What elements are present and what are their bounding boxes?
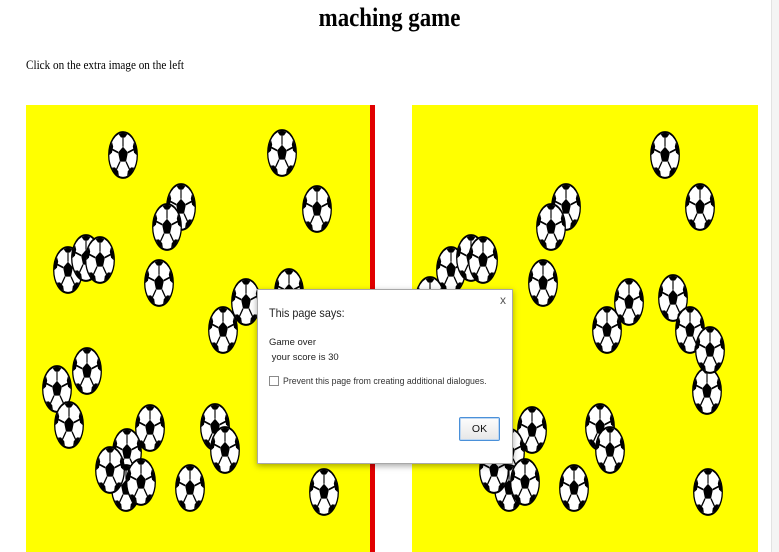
soccer-ball-icon[interactable] — [309, 468, 339, 516]
soccer-ball-icon[interactable] — [692, 367, 722, 415]
page-title: maching game — [318, 3, 461, 32]
soccer-ball-icon[interactable] — [302, 185, 332, 233]
soccer-ball-icon[interactable] — [208, 306, 238, 354]
alert-dialog: x This page says: Game over your score i… — [257, 289, 513, 464]
soccer-ball-icon[interactable] — [650, 131, 680, 179]
soccer-ball-icon[interactable] — [695, 326, 725, 374]
soccer-ball-icon[interactable] — [468, 236, 498, 284]
soccer-ball-icon[interactable] — [72, 347, 102, 395]
soccer-ball-icon[interactable] — [210, 426, 240, 474]
soccer-ball-icon[interactable] — [267, 129, 297, 177]
soccer-ball-icon[interactable] — [126, 458, 156, 506]
soccer-ball-icon[interactable] — [536, 203, 566, 251]
soccer-ball-icon[interactable] — [528, 259, 558, 307]
instructions-text: Click on the extra image on the left — [26, 57, 185, 72]
dialog-message-line-2: your score is 30 — [269, 352, 339, 363]
soccer-ball-icon[interactable] — [685, 183, 715, 231]
soccer-ball-icon[interactable] — [144, 259, 174, 307]
soccer-ball-icon[interactable] — [175, 464, 205, 512]
vertical-scrollbar[interactable] — [771, 0, 779, 552]
prevent-dialogs-checkbox[interactable] — [269, 376, 279, 386]
soccer-ball-icon[interactable] — [595, 426, 625, 474]
soccer-ball-icon[interactable] — [108, 131, 138, 179]
soccer-ball-icon[interactable] — [54, 401, 84, 449]
soccer-ball-icon[interactable] — [559, 464, 589, 512]
dialog-message-line-1: Game over — [269, 337, 316, 348]
ok-button[interactable]: OK — [459, 417, 500, 441]
prevent-dialogs-label[interactable]: Prevent this page from creating addition… — [283, 376, 487, 387]
soccer-ball-icon[interactable] — [510, 458, 540, 506]
soccer-ball-icon[interactable] — [152, 203, 182, 251]
soccer-ball-icon[interactable] — [85, 236, 115, 284]
soccer-ball-icon[interactable] — [95, 446, 125, 494]
close-icon[interactable]: x — [500, 294, 506, 306]
dialog-title: This page says: — [269, 306, 345, 320]
soccer-ball-icon[interactable] — [693, 468, 723, 516]
soccer-ball-icon[interactable] — [592, 306, 622, 354]
